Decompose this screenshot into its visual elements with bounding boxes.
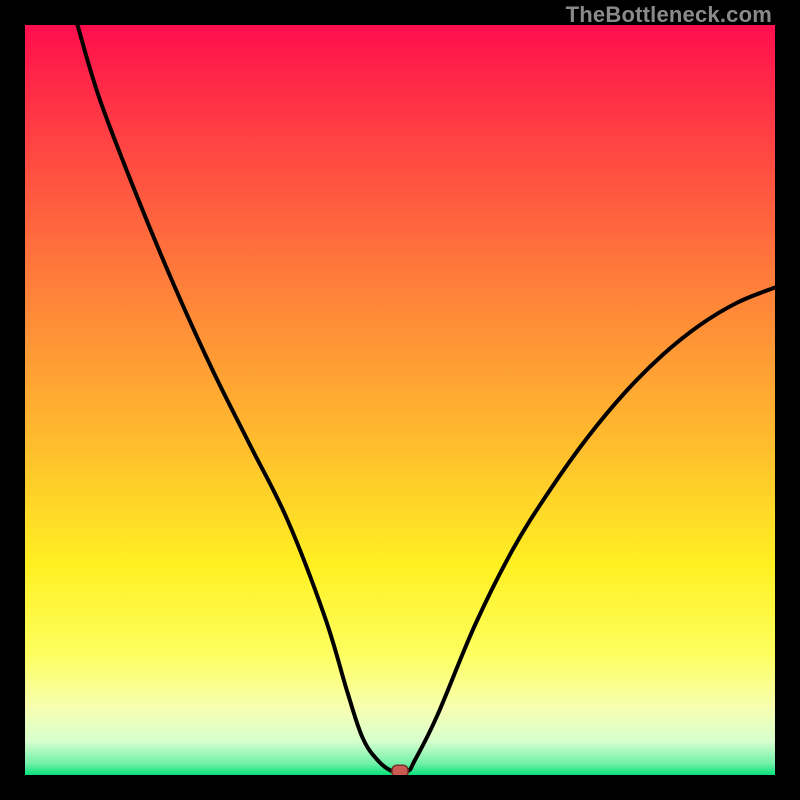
chart-frame: TheBottleneck.com — [0, 0, 800, 800]
optimal-marker — [392, 765, 408, 775]
chart-svg — [25, 25, 775, 775]
watermark-text: TheBottleneck.com — [566, 2, 772, 28]
plot-area — [25, 25, 775, 775]
gradient-bg — [25, 25, 775, 775]
